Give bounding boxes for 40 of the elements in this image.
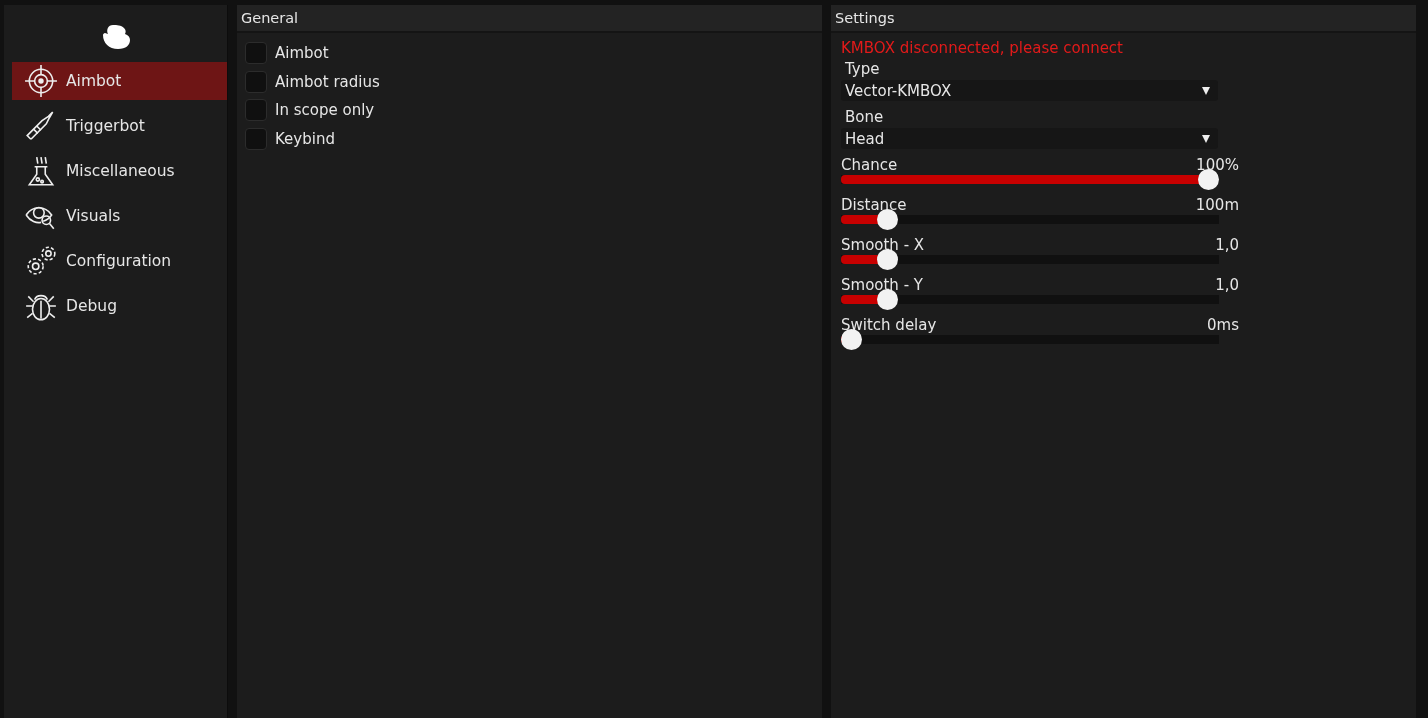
sidebar-item[interactable]: Aimbot	[12, 62, 227, 100]
slider-label: Smooth - X	[841, 235, 925, 255]
slider-label: Distance	[841, 195, 907, 215]
checkbox-label: Aimbot radius	[275, 72, 380, 91]
slider-thumb[interactable]	[841, 329, 862, 350]
panel-header: Settings	[831, 5, 1416, 33]
sidebar-item[interactable]: Triggerbot	[12, 107, 227, 145]
caret-icon	[1202, 134, 1210, 143]
slider-label: Smooth - Y	[841, 275, 923, 295]
sidebar-item[interactable]: Configuration	[12, 242, 227, 280]
gears-icon	[24, 244, 58, 278]
status-message: KMBOX disconnected, please connect	[841, 39, 1124, 59]
sidebar-item[interactable]: Debug	[12, 287, 227, 325]
slider-value: 0ms	[1207, 315, 1239, 335]
sidebar-item[interactable]: Visuals	[12, 197, 227, 235]
checkbox-label: Aimbot	[275, 44, 329, 63]
slider-value: 1,0	[1215, 275, 1239, 295]
checkbox[interactable]	[245, 70, 267, 93]
dropdown-label: Type	[845, 59, 881, 80]
panel-header: General	[237, 5, 822, 33]
checkbox[interactable]	[245, 42, 267, 65]
dropdown[interactable]: Vector-KMBOX	[841, 80, 1218, 101]
slider-thumb[interactable]	[876, 209, 898, 230]
crosshair-icon	[24, 64, 58, 98]
slider-thumb[interactable]	[876, 289, 898, 310]
slider-label: Switch delay	[841, 315, 937, 335]
slider-label: Chance	[841, 155, 898, 175]
slider-thumb[interactable]	[1198, 169, 1219, 190]
checkbox[interactable]	[245, 99, 267, 122]
slider-value: 100m	[1195, 195, 1239, 215]
sidebar-item[interactable]: Miscellaneous	[12, 152, 227, 190]
slider-value: 1,0	[1215, 235, 1239, 255]
caret-icon	[1202, 86, 1210, 95]
checkbox[interactable]	[245, 127, 267, 150]
checkbox-label: Keybind	[275, 129, 335, 148]
slider-value: 100%	[1196, 155, 1239, 175]
dropdown[interactable]: Head	[841, 128, 1218, 149]
slider-thumb[interactable]	[876, 249, 898, 270]
dropdown-label: Bone	[845, 107, 885, 128]
checkbox-label: In scope only	[275, 101, 375, 120]
